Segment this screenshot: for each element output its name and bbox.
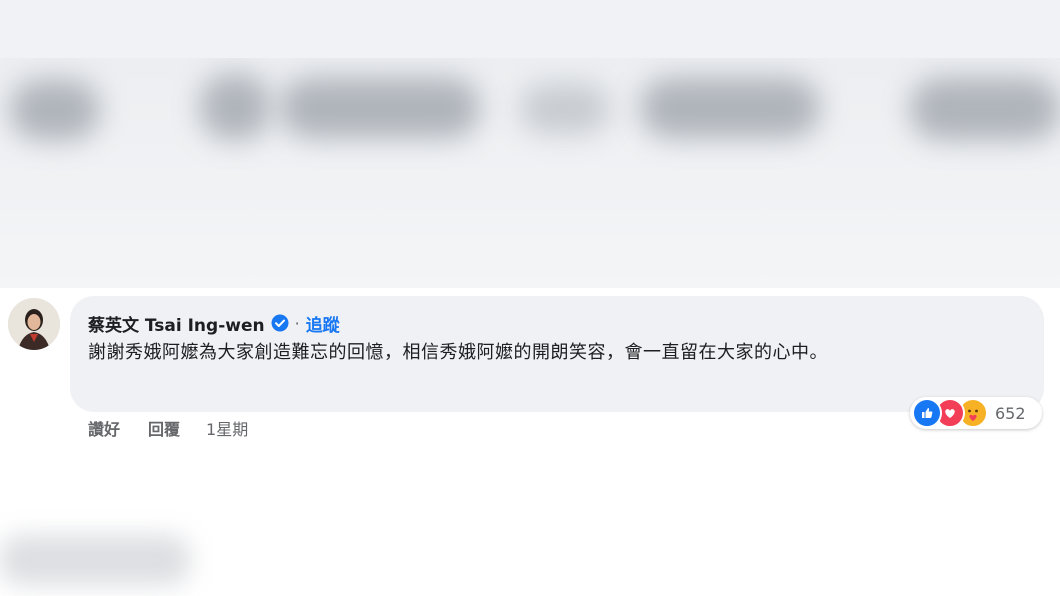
reaction-count: 652 [995,403,1026,423]
reply-button[interactable]: 回覆 [148,416,180,440]
blurred-blob [200,74,270,140]
avatar-portrait-icon [8,298,60,350]
separator-dot: · [294,313,300,333]
blurred-blob [910,78,1060,140]
comment-text: 謝謝秀娥阿嬤為大家創造難忘的回憶，相信秀娥阿嬤的開朗笑容，會一直留在大家的心中。 [88,342,828,363]
verified-badge-icon [271,314,289,332]
comment-bubble: 蔡英文 Tsai Ing-wen · 追蹤 謝謝秀娥阿嬤為大家創造難忘的回憶，相… [70,296,1044,412]
author-name[interactable]: 蔡英文 Tsai Ing-wen [88,311,265,336]
comment-actions: 讚好 回覆 1星期 [88,414,276,442]
blurred-blob [640,78,820,138]
reactions-summary[interactable]: 652 [910,397,1042,429]
blurred-blob [280,78,480,138]
blurred-post-area [0,58,1060,288]
blurred-blob [520,84,610,134]
blurred-blob [10,80,100,140]
like-button[interactable]: 讚好 [88,416,120,440]
avatar[interactable] [8,298,60,350]
like-reaction-icon [912,398,942,428]
blurred-bottom-area [0,535,190,585]
top-band [0,0,1060,58]
follow-button[interactable]: 追蹤 [306,311,340,336]
author-line: 蔡英文 Tsai Ing-wen · 追蹤 [88,310,1026,336]
timestamp[interactable]: 1星期 [206,416,248,440]
